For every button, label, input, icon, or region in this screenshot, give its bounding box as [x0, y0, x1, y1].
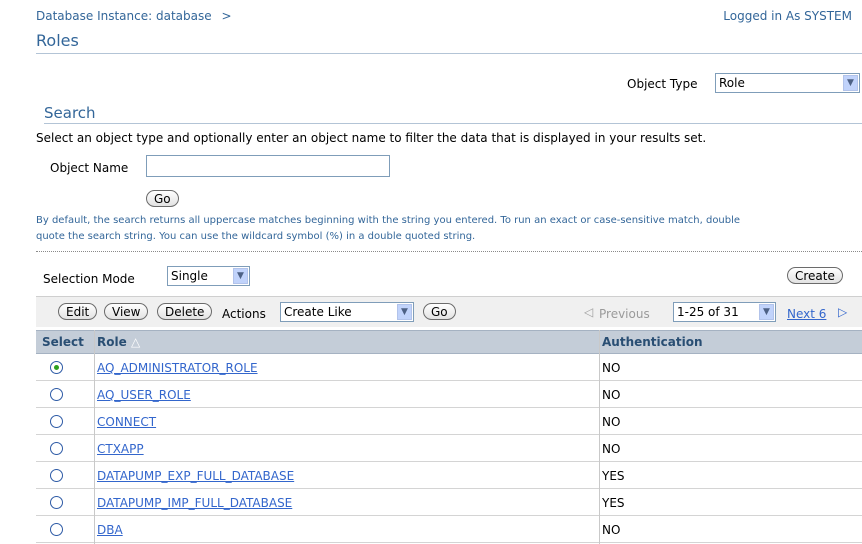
- authentication-value: NO: [602, 523, 621, 537]
- role-link[interactable]: CONNECT: [97, 415, 156, 429]
- table-row[interactable]: AQ_USER_ROLE NO: [36, 381, 862, 408]
- role-link[interactable]: DBA: [97, 523, 123, 537]
- authentication-value: YES: [602, 496, 625, 510]
- breadcrumb-separator: >: [221, 9, 232, 23]
- table-header: Select Role △ Authentication: [36, 330, 862, 354]
- table-row[interactable]: DATAPUMP_EXP_FULL_DATABASE YES: [36, 462, 862, 489]
- object-name-label: Object Name: [50, 161, 129, 175]
- column-divider: [599, 330, 600, 544]
- role-link[interactable]: AQ_ADMINISTRATOR_ROLE: [97, 361, 258, 375]
- column-header-role[interactable]: Role △: [97, 335, 140, 349]
- breadcrumb-link-database[interactable]: Database Instance: database: [36, 9, 212, 23]
- selection-mode-value: Single: [171, 269, 208, 283]
- column-header-select: Select: [42, 335, 84, 349]
- actions-go-button[interactable]: Go: [423, 303, 456, 320]
- chevron-down-icon: ▼: [233, 268, 248, 284]
- selection-mode-select[interactable]: Single ▼: [167, 266, 250, 286]
- dotted-divider: [36, 251, 862, 252]
- search-heading-underline: [44, 123, 862, 124]
- chevron-down-icon: ▼: [397, 304, 412, 320]
- create-button[interactable]: Create: [787, 267, 843, 284]
- object-type-value: Role: [719, 76, 745, 90]
- actions-label: Actions: [222, 307, 266, 321]
- chevron-down-icon: ▼: [843, 75, 858, 91]
- row-select-radio[interactable]: [50, 442, 63, 455]
- search-go-button[interactable]: Go: [146, 190, 179, 207]
- row-select-radio[interactable]: [50, 496, 63, 509]
- column-header-role-label: Role: [97, 335, 127, 349]
- row-select-radio[interactable]: [50, 523, 63, 536]
- authentication-value: NO: [602, 361, 621, 375]
- search-instructions: Select an object type and optionally ent…: [36, 131, 707, 145]
- authentication-value: NO: [602, 415, 621, 429]
- table-row[interactable]: CONNECT NO: [36, 408, 862, 435]
- chevron-down-icon: ▼: [759, 304, 774, 320]
- search-heading: Search: [44, 104, 96, 122]
- table-row[interactable]: CTXAPP NO: [36, 435, 862, 462]
- object-type-label: Object Type: [627, 77, 698, 91]
- row-select-radio[interactable]: [50, 415, 63, 428]
- page-range-select[interactable]: 1-25 of 31 ▼: [673, 302, 776, 322]
- role-link[interactable]: DATAPUMP_EXP_FULL_DATABASE: [97, 469, 294, 483]
- previous-link: Previous: [599, 307, 650, 321]
- row-select-radio[interactable]: [50, 469, 63, 482]
- edit-button[interactable]: Edit: [58, 303, 98, 320]
- view-button[interactable]: View: [104, 303, 149, 320]
- role-link[interactable]: CTXAPP: [97, 442, 144, 456]
- actions-select[interactable]: Create Like ▼: [280, 302, 414, 322]
- table-row[interactable]: DBA NO: [36, 516, 862, 543]
- sort-ascending-icon: △: [130, 335, 141, 349]
- previous-icon: ◁: [584, 305, 594, 319]
- page-title: Roles: [36, 31, 79, 50]
- title-underline: [36, 53, 862, 54]
- object-name-input[interactable]: [146, 155, 390, 177]
- column-header-authentication[interactable]: Authentication: [602, 335, 703, 349]
- column-divider: [94, 330, 95, 544]
- role-link[interactable]: DATAPUMP_IMP_FULL_DATABASE: [97, 496, 292, 510]
- search-hint-line1: By default, the search returns all upper…: [36, 215, 741, 226]
- page-range-value: 1-25 of 31: [677, 305, 739, 319]
- search-hint-line2: quote the search string. You can use the…: [36, 231, 476, 242]
- next-icon[interactable]: ▷: [838, 305, 847, 319]
- role-link[interactable]: AQ_USER_ROLE: [97, 388, 191, 402]
- authentication-value: NO: [602, 442, 621, 456]
- authentication-value: YES: [602, 469, 625, 483]
- actions-select-value: Create Like: [284, 305, 352, 319]
- object-type-select[interactable]: Role ▼: [715, 73, 860, 93]
- delete-button[interactable]: Delete: [157, 303, 213, 320]
- selection-mode-label: Selection Mode: [43, 272, 135, 286]
- authentication-value: NO: [602, 388, 621, 402]
- table-row[interactable]: AQ_ADMINISTRATOR_ROLE NO: [36, 354, 862, 381]
- breadcrumb: Database Instance: database >: [36, 9, 232, 23]
- next-link[interactable]: Next 6: [787, 307, 826, 321]
- table-row[interactable]: DATAPUMP_IMP_FULL_DATABASE YES: [36, 489, 862, 516]
- row-select-radio[interactable]: [50, 361, 63, 374]
- row-select-radio[interactable]: [50, 388, 63, 401]
- logged-in-status: Logged in As SYSTEM: [723, 9, 852, 23]
